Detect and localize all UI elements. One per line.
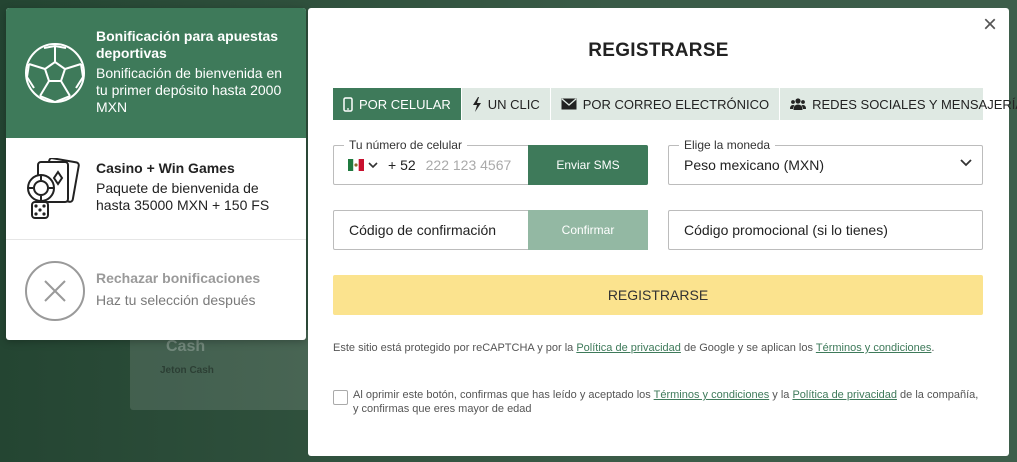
- tab-by-phone[interactable]: POR CELULAR: [333, 88, 462, 120]
- envelope-icon: [561, 98, 577, 110]
- chevron-down-icon: [368, 161, 378, 168]
- mobile-phone-icon: [343, 96, 353, 112]
- promo-code-field[interactable]: Código promocional (si lo tienes): [668, 210, 983, 250]
- consent-checkbox[interactable]: [333, 390, 348, 405]
- tab-by-phone-label: POR CELULAR: [359, 96, 451, 112]
- cancel-circle-icon: [24, 260, 90, 326]
- consent-terms-link[interactable]: Términos y condiciones: [654, 389, 770, 401]
- backdrop-card-title: Cash: [166, 338, 206, 355]
- terms-link[interactable]: Términos y condiciones: [816, 342, 932, 354]
- tab-by-email[interactable]: POR CORREO ELECTRÓNICO: [551, 88, 781, 120]
- promo-code-placeholder: Código promocional (si lo tienes): [684, 222, 888, 238]
- tab-one-click[interactable]: UN CLIC: [462, 88, 551, 120]
- bonus-option-casino[interactable]: Casino + Win Games Paquete de bienvenida…: [6, 138, 306, 240]
- confirmation-code-field[interactable]: Código de confirmación Confirmar: [333, 210, 648, 250]
- backdrop-card-subtitle: Jeton Cash: [160, 365, 214, 376]
- tab-social-label: REDES SOCIALES Y MENSAJERÍA: [812, 96, 1017, 112]
- casino-chip-dice-icon: [24, 157, 90, 224]
- bonus-panel: Bonificación para apuestas deportivas Bo…: [6, 8, 306, 340]
- recaptcha-notice: Este sitio está protegido por reCAPTCHA …: [333, 342, 993, 354]
- consent-text: Al oprimir este botón, confirmas que has…: [353, 388, 983, 416]
- registration-modal: × REGISTRARSE POR CELULAR UN CLIC POR CO…: [308, 8, 1017, 456]
- bonus-sports-title: Bonificación para apuestas deportivas: [96, 28, 279, 61]
- lightning-icon: [472, 96, 481, 112]
- bonus-reject-desc: Haz tu selección después: [96, 292, 256, 308]
- users-icon: [790, 98, 807, 110]
- registration-tabs: POR CELULAR UN CLIC POR CORREO ELECTRÓNI…: [333, 88, 1017, 120]
- chevron-down-icon: [960, 159, 972, 167]
- recaptcha-text-2: de Google y se aplican los: [680, 342, 816, 354]
- backdrop-card: Cash Jeton Cash: [130, 330, 320, 410]
- bonus-reject-title: Rechazar bonificaciones: [96, 270, 261, 286]
- tab-one-click-label: UN CLIC: [487, 96, 540, 112]
- consent-privacy-link[interactable]: Política de privacidad: [792, 389, 897, 401]
- tab-social[interactable]: REDES SOCIALES Y MENSAJERÍA: [780, 88, 1017, 120]
- confirm-button[interactable]: Confirmar: [528, 210, 648, 250]
- consent-row: Al oprimir este botón, confirmas que has…: [333, 388, 983, 416]
- bonus-casino-title: Casino + Win Games: [96, 160, 235, 176]
- close-button[interactable]: ×: [979, 13, 1001, 37]
- phone-input[interactable]: [425, 157, 531, 173]
- phone-field-label: Tu número de celular: [344, 138, 467, 152]
- bonus-option-reject[interactable]: Rechazar bonificaciones Haz tu selección…: [6, 240, 306, 340]
- currency-field-label: Elige la moneda: [679, 138, 776, 152]
- recaptcha-text-1: Este sitio está protegido por reCAPTCHA …: [333, 342, 577, 354]
- consent-text-1: Al oprimir este botón, confirmas que has…: [353, 389, 654, 401]
- phone-country-code: + 52: [388, 157, 416, 173]
- confirmation-code-placeholder: Código de confirmación: [349, 222, 497, 238]
- register-button[interactable]: REGISTRARSE: [333, 275, 983, 315]
- mexico-flag-icon: [348, 159, 364, 171]
- recaptcha-text-3: .: [931, 342, 935, 354]
- bonus-option-sports[interactable]: Bonificación para apuestas deportivas Bo…: [6, 8, 306, 138]
- bonus-sports-desc: Bonificación de bienvenida en tu primer …: [96, 65, 283, 115]
- consent-text-2: y la: [769, 389, 793, 401]
- soccer-ball-icon: [24, 42, 90, 108]
- country-selector[interactable]: [348, 159, 378, 171]
- modal-title: REGISTRARSE: [588, 40, 729, 61]
- tab-by-email-label: POR CORREO ELECTRÓNICO: [582, 96, 770, 112]
- send-sms-button[interactable]: Enviar SMS: [528, 145, 648, 185]
- privacy-policy-link[interactable]: Política de privacidad: [576, 342, 681, 354]
- currency-value: Peso mexicano (MXN): [684, 157, 825, 173]
- bonus-casino-desc: Paquete de bienvenida de hasta 35000 MXN…: [96, 180, 270, 213]
